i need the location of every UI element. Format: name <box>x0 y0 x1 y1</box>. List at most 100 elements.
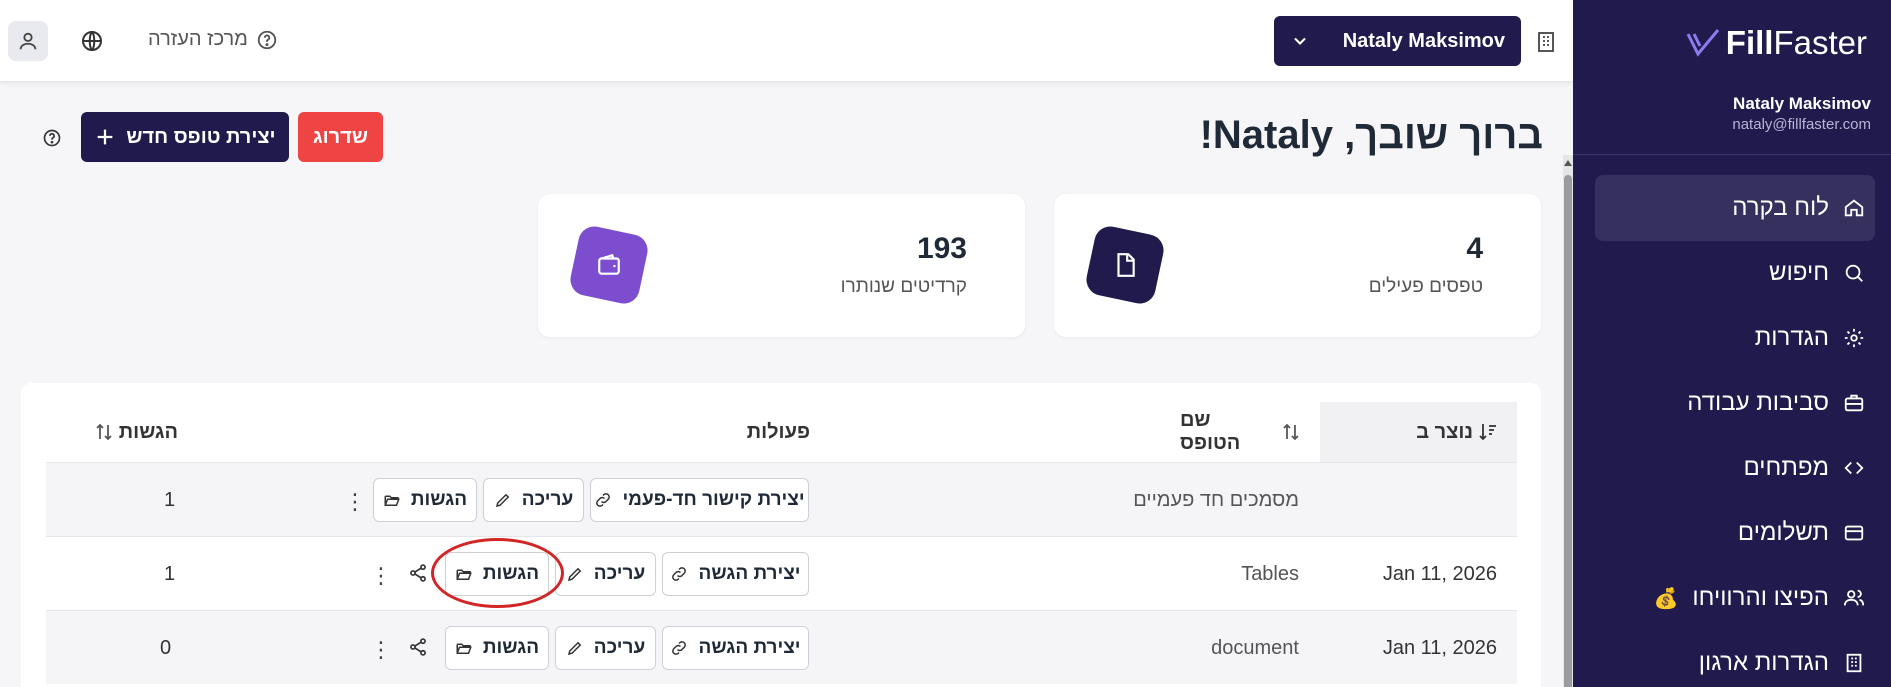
sidebar-item-referral[interactable]: הפיצו והרוויחו 💰 <box>1595 565 1875 631</box>
profile-button[interactable] <box>8 21 48 61</box>
more-options-icon[interactable]: ⋮ <box>370 637 392 663</box>
sidebar-item-workspaces[interactable]: סביבות עבודה <box>1595 370 1875 436</box>
sort-desc-icon <box>1479 424 1496 441</box>
pencil-icon <box>567 641 582 656</box>
gear-icon <box>1844 328 1864 348</box>
column-header-created[interactable]: נוצר ב <box>1320 402 1517 462</box>
page-title: ברוך שובך, Nataly! <box>1199 113 1543 157</box>
folder-open-icon <box>456 569 472 580</box>
table-row[interactable]: Jan 11, 2026 document יצירת הגשה עריכה ה… <box>46 610 1517 684</box>
page-scrollbar[interactable] <box>1563 155 1573 687</box>
chevron-down-icon <box>1294 37 1306 45</box>
active-forms-value: 4 <box>1466 232 1483 265</box>
scroll-up-arrow[interactable] <box>1564 160 1572 166</box>
sidebar-user-email: nataly@fillfaster.com <box>1732 116 1871 133</box>
logo-text-bold: Fill <box>1725 24 1774 61</box>
submissions-count: 1 <box>164 562 176 585</box>
scrollbar-thumb[interactable] <box>1564 175 1572 687</box>
edit-button[interactable]: עריכה <box>483 478 584 522</box>
button-label: יצירת הגשה <box>698 637 801 658</box>
share-icon[interactable] <box>408 637 428 662</box>
button-label: עריכה <box>593 563 646 584</box>
top-bar: מרכז העזרה Nataly Maksimov <box>0 0 1573 82</box>
sidebar-item-label: תשלומים <box>1737 519 1829 546</box>
sidebar-user-name: Nataly Maksimov <box>1733 94 1871 113</box>
sidebar-item-label: סביבות עבודה <box>1687 389 1829 416</box>
help-button[interactable] <box>42 128 62 153</box>
check-logo-icon <box>1686 29 1719 57</box>
document-icon <box>1083 223 1167 307</box>
sidebar-user-info: Nataly Maksimov nataly@fillfaster.com <box>1732 94 1871 133</box>
user-icon <box>19 32 37 50</box>
create-submission-button[interactable]: יצירת הגשה <box>662 552 809 596</box>
money-bag-icon: 💰 <box>1653 587 1679 610</box>
sidebar-item-developers[interactable]: מפתחים <box>1595 435 1875 501</box>
briefcase-icon <box>1844 394 1864 412</box>
sidebar-divider <box>1573 154 1891 155</box>
code-icon <box>1844 461 1864 475</box>
table-row[interactable]: Jan 11, 2026 Tables יצירת הגשה עריכה הגש… <box>46 536 1517 610</box>
fillfaster-logo[interactable]: Fill Faster <box>1686 24 1867 62</box>
sidebar-item-settings[interactable]: הגדרות <box>1595 305 1875 371</box>
folder-open-icon <box>456 643 472 654</box>
edit-button[interactable]: עריכה <box>555 552 656 596</box>
sidebar-item-dashboard[interactable]: לוח בקרה <box>1595 175 1875 241</box>
sidebar-item-label: הגדרות ארגון <box>1698 649 1829 676</box>
button-label: הגשות <box>482 563 540 584</box>
question-circle-icon <box>257 30 277 49</box>
help-center-link[interactable]: מרכז העזרה <box>148 28 278 51</box>
created-cell: Jan 11, 2026 <box>1382 636 1497 659</box>
logo-text-light: Faster <box>1773 24 1867 61</box>
table-row[interactable]: מסמכים חד פעמיים יצירת קישור חד-פעמי ערי… <box>46 462 1517 536</box>
organization-icon[interactable] <box>1537 31 1555 58</box>
search-icon <box>1845 264 1863 282</box>
button-label: הגשות <box>482 637 540 658</box>
plus-icon <box>98 129 113 145</box>
upgrade-label: שדרוג <box>313 125 368 148</box>
column-header-submissions[interactable]: הגשות <box>88 402 178 462</box>
link-icon <box>672 641 687 655</box>
users-icon <box>1843 589 1865 606</box>
sidebar-item-org-settings[interactable]: הגדרות ארגון <box>1595 630 1875 687</box>
column-header-label: שם הטופס <box>1180 409 1241 454</box>
submissions-button[interactable]: הגשות <box>445 626 549 670</box>
help-center-label: מרכז העזרה <box>148 28 248 50</box>
more-options-icon[interactable]: ⋮ <box>370 563 392 589</box>
sidebar-item-payments[interactable]: תשלומים <box>1595 500 1875 566</box>
button-label: עריכה <box>521 489 574 510</box>
user-dropdown[interactable]: Nataly Maksimov <box>1274 16 1521 66</box>
create-submission-button[interactable]: יצירת הגשה <box>662 626 809 670</box>
upgrade-button[interactable]: שדרוג <box>298 112 383 162</box>
edit-button[interactable]: עריכה <box>555 626 656 670</box>
building-icon <box>1846 653 1862 673</box>
submissions-button[interactable]: הגשות <box>445 552 549 596</box>
button-label: יצירת קישור חד-פעמי <box>622 489 805 510</box>
sidebar-item-search[interactable]: חיפוש <box>1595 240 1875 306</box>
home-icon <box>1844 199 1864 217</box>
share-icon[interactable] <box>408 563 428 588</box>
pencil-icon <box>495 493 510 508</box>
sidebar-item-label: לוח בקרה <box>1732 194 1829 221</box>
column-header-label: נוצר ב <box>1416 420 1473 443</box>
credits-card: 193 קרדיטים שנותרו <box>538 194 1025 337</box>
wallet-icon <box>567 223 651 307</box>
column-header-label: הגשות <box>118 420 178 443</box>
submissions-button[interactable]: הגשות <box>373 478 477 522</box>
new-form-button[interactable]: יצירת טופס חדש <box>81 112 289 162</box>
credit-card-icon <box>1844 525 1864 541</box>
column-header-form-name[interactable]: שם הטופס <box>1180 402 1320 462</box>
create-one-time-link-button[interactable]: יצירת קישור חד-פעמי <box>590 478 809 522</box>
sidebar-item-label: הפיצו והרוויחו <box>1692 584 1829 611</box>
form-name-cell: document <box>1211 636 1299 659</box>
button-label: עריכה <box>593 637 646 658</box>
sidebar-item-label: הגדרות <box>1754 324 1829 351</box>
more-options-icon[interactable]: ⋮ <box>344 489 366 515</box>
sidebar-item-label: חיפוש <box>1769 259 1829 286</box>
submissions-count: 1 <box>164 488 176 511</box>
credits-label: קרדיטים שנותרו <box>840 276 967 297</box>
sort-icon <box>1283 423 1299 441</box>
form-name-cell: מסמכים חד פעמיים <box>1133 488 1299 511</box>
language-button[interactable] <box>80 29 104 58</box>
globe-icon <box>82 31 102 51</box>
sort-icon <box>96 423 112 441</box>
